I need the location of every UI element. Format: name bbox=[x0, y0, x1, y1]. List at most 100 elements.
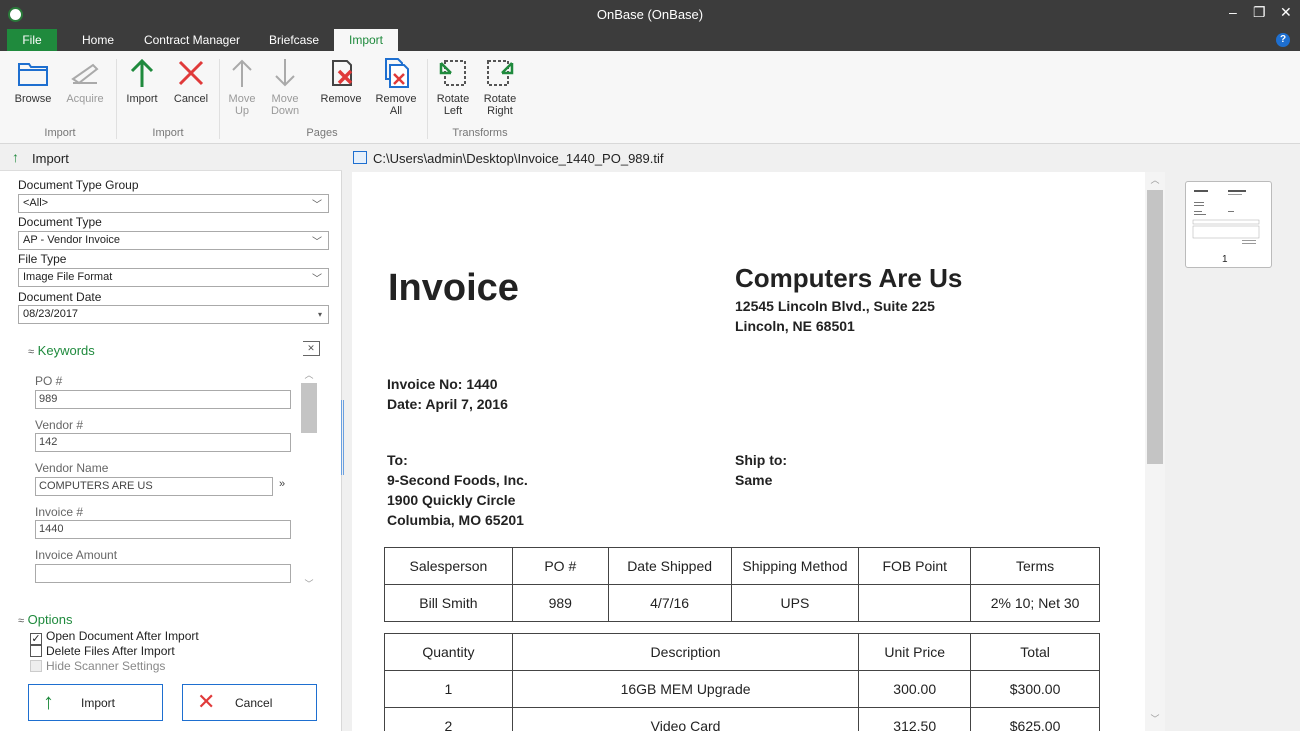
document-path: C:\Users\admin\Desktop\Invoice_1440_PO_9… bbox=[373, 151, 664, 166]
date-dropdown-icon: ▾ bbox=[317, 310, 322, 319]
scroll-down-icon[interactable]: ﹀ bbox=[1145, 712, 1165, 725]
arrow-up-green-icon: ↑ bbox=[43, 689, 54, 714]
group-label-pages: Pages bbox=[306, 127, 338, 139]
doc-type-group-label: Document Type Group bbox=[18, 178, 139, 192]
doc-date-label: Document Date bbox=[18, 290, 102, 304]
scanner-icon bbox=[71, 63, 99, 85]
viewer-scrollbar[interactable]: ︿ ﹀ bbox=[1145, 172, 1165, 731]
remove-button[interactable]: Remove bbox=[316, 57, 366, 105]
arrow-up-green-icon bbox=[130, 58, 154, 87]
arrow-down-icon bbox=[275, 59, 295, 87]
ribbon-separator bbox=[219, 59, 220, 139]
delete-after-import-checkbox[interactable]: Delete Files After Import bbox=[30, 644, 175, 658]
import-panel-header: ↑ Import bbox=[0, 145, 342, 171]
viewer-scroll-thumb[interactable] bbox=[1147, 190, 1163, 464]
move-down-button[interactable]: Move Down bbox=[266, 57, 304, 117]
acquire-button[interactable]: Acquire bbox=[62, 57, 108, 105]
table-row: Salesperson PO # Date Shipped Shipping M… bbox=[384, 547, 1100, 585]
tab-home[interactable]: Home bbox=[70, 29, 126, 51]
tab-import[interactable]: Import bbox=[334, 29, 398, 51]
company-address: 12545 Lincoln Blvd., Suite 225 Lincoln, … bbox=[735, 298, 935, 334]
options-section-toggle[interactable]: ≈ Options bbox=[18, 612, 72, 627]
open-after-import-checkbox[interactable]: ✓ Open Document After Import bbox=[30, 629, 199, 645]
file-type-label: File Type bbox=[18, 252, 67, 266]
title-bar: OnBase (OnBase) – ❐ ✕ bbox=[0, 0, 1300, 29]
keywords-section-toggle[interactable]: ≈ Keywords bbox=[28, 343, 95, 358]
invoice-amount-input[interactable] bbox=[35, 564, 291, 583]
table-row: Bill Smith 989 4/7/16 UPS 2% 10; Net 30 bbox=[384, 584, 1100, 622]
vendor-name-label: Vendor Name bbox=[35, 461, 109, 475]
remove-all-button[interactable]: Remove All bbox=[372, 57, 420, 117]
minimize-icon[interactable]: – bbox=[1229, 4, 1237, 20]
doc-type-group-select[interactable]: <All> ﹀ bbox=[18, 194, 329, 213]
invoice-number-input[interactable]: 1440 bbox=[35, 520, 291, 539]
remove-all-pages-icon bbox=[385, 58, 409, 88]
page-preview-icon bbox=[1192, 190, 1260, 244]
scroll-up-icon[interactable]: ︿ bbox=[1145, 173, 1165, 186]
vendor-number-label: Vendor # bbox=[35, 418, 84, 432]
doc-type-select[interactable]: AP - Vendor Invoice ﹀ bbox=[18, 231, 329, 250]
tab-contract-manager[interactable]: Contract Manager bbox=[134, 29, 250, 51]
ribbon-tabs: File Home Contract Manager Briefcase Imp… bbox=[0, 29, 1300, 51]
chevron-down-icon: ﹀ bbox=[312, 274, 322, 285]
table-row: Quantity Description Unit Price Total bbox=[384, 633, 1100, 671]
document-path-bar: C:\Users\admin\Desktop\Invoice_1440_PO_9… bbox=[343, 145, 1300, 171]
double-chevron-up-icon: ≈ bbox=[18, 615, 25, 627]
keywords-scroll-thumb[interactable] bbox=[301, 383, 317, 433]
bill-to-block: To: 9-Second Foods, Inc. 1900 Quickly Ci… bbox=[387, 452, 528, 528]
vendor-number-input[interactable]: 142 bbox=[35, 433, 291, 452]
x-red-icon: ✕ bbox=[197, 689, 216, 714]
file-type-select[interactable]: Image File Format ﹀ bbox=[18, 268, 329, 287]
page-thumbnail[interactable]: 1 bbox=[1185, 181, 1272, 268]
arrow-up-icon bbox=[232, 59, 252, 87]
cancel-ribbon-button[interactable]: Cancel bbox=[170, 57, 212, 105]
ribbon-separator bbox=[116, 59, 117, 139]
ribbon-separator bbox=[427, 59, 428, 139]
tab-briefcase[interactable]: Briefcase bbox=[258, 29, 330, 51]
table-row: 2 Video Card 312.50 $625.00 bbox=[384, 707, 1100, 731]
expand-vendor-icon[interactable]: » bbox=[279, 478, 285, 490]
group-label-import-2: Import bbox=[152, 127, 184, 139]
import-panel: ↑ Import Document Type Group <All> ﹀ Doc… bbox=[0, 145, 342, 731]
po-input[interactable]: 989 bbox=[35, 390, 291, 409]
table-row: 1 16GB MEM Upgrade 300.00 $300.00 bbox=[384, 670, 1100, 708]
clear-keywords-icon[interactable]: ✕ bbox=[303, 341, 320, 356]
vendor-name-input[interactable]: COMPUTERS ARE US bbox=[35, 477, 273, 496]
help-icon[interactable]: ? bbox=[1276, 33, 1290, 47]
invoice-title: Invoice bbox=[388, 267, 519, 309]
restore-icon[interactable]: ❐ bbox=[1253, 4, 1266, 21]
chevron-down-icon: ﹀ bbox=[312, 200, 322, 211]
rotate-right-button[interactable]: Rotate Right bbox=[479, 57, 521, 117]
arrow-up-green-icon: ↑ bbox=[12, 149, 19, 165]
page-number: 1 bbox=[1222, 254, 1228, 265]
scroll-up-icon[interactable]: ︿ bbox=[300, 368, 318, 381]
close-icon[interactable]: ✕ bbox=[1280, 4, 1292, 21]
document-viewer[interactable]: Invoice Computers Are Us 12545 Lincoln B… bbox=[352, 172, 1145, 731]
browse-button[interactable]: Browse bbox=[12, 57, 54, 105]
company-name: Computers Are Us bbox=[735, 263, 963, 293]
double-chevron-up-icon: ≈ bbox=[28, 346, 35, 358]
rotate-right-icon bbox=[487, 60, 514, 86]
chevron-down-icon: ﹀ bbox=[312, 237, 322, 248]
shipping-table: Salesperson PO # Date Shipped Shipping M… bbox=[384, 547, 1100, 622]
invoice-number-label: Invoice # bbox=[35, 505, 84, 519]
tab-file[interactable]: File bbox=[7, 29, 57, 51]
group-label-import: Import bbox=[44, 127, 76, 139]
hide-scanner-settings-checkbox[interactable]: Hide Scanner Settings bbox=[30, 659, 165, 673]
cancel-button[interactable]: ✕ Cancel bbox=[182, 684, 317, 721]
rotate-left-button[interactable]: Rotate Left bbox=[433, 57, 473, 117]
move-up-button[interactable]: Move Up bbox=[224, 57, 260, 117]
x-red-icon bbox=[178, 60, 204, 86]
doc-date-picker[interactable]: 08/23/2017 ▾ bbox=[18, 305, 329, 324]
panel-splitter[interactable] bbox=[341, 400, 344, 475]
ribbon: Browse Acquire Import Cancel Move Up Move… bbox=[0, 51, 1300, 144]
import-ribbon-button[interactable]: Import bbox=[122, 57, 162, 105]
invoice-amount-label: Invoice Amount bbox=[35, 548, 118, 562]
scroll-down-icon[interactable]: ﹀ bbox=[300, 577, 318, 590]
import-button[interactable]: ↑ Import bbox=[28, 684, 163, 721]
po-label: PO # bbox=[35, 374, 63, 388]
group-label-transforms: Transforms bbox=[452, 127, 508, 139]
window-title: OnBase (OnBase) bbox=[596, 7, 704, 22]
doc-type-label: Document Type bbox=[18, 215, 102, 229]
keywords-scrollbar[interactable]: ︿ ﹀ bbox=[300, 367, 318, 592]
